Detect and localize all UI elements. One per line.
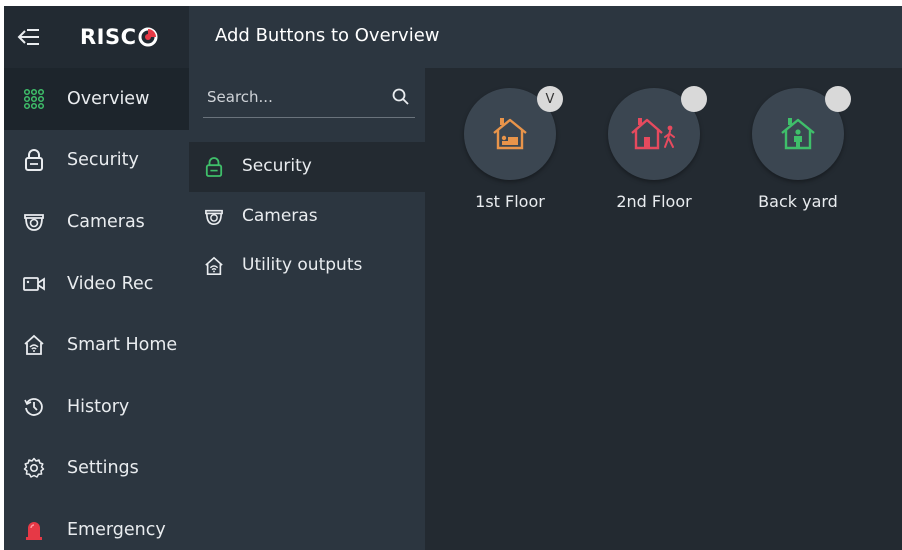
sidebar-item-label: Settings (67, 458, 139, 479)
selection-badge[interactable] (825, 86, 851, 112)
sidebar-item-emergency[interactable]: Emergency (4, 499, 189, 550)
back-arrow-icon[interactable] (16, 25, 42, 49)
sidebar-item-security[interactable]: Security (4, 130, 189, 192)
gear-icon (22, 456, 46, 480)
sidebar-item-cameras[interactable]: Cameras (4, 191, 189, 253)
sidebar-item-label: Security (67, 150, 139, 171)
house-person-icon (781, 118, 815, 150)
history-icon (22, 395, 46, 419)
siren-icon (22, 518, 46, 542)
logo-mark-icon (138, 27, 158, 47)
sidebar-item-label: Emergency (67, 519, 166, 540)
page-title: Add Buttons to Overview (215, 25, 440, 46)
smart-home-icon (203, 255, 225, 277)
sidebar-item-history[interactable]: History (4, 376, 189, 438)
padlock-icon (22, 148, 46, 172)
sidebar-item-label: Video Rec (67, 273, 154, 294)
sidebar-item-label: Smart Home (67, 335, 178, 356)
video-recorder-icon (22, 272, 46, 296)
camera-icon (203, 206, 225, 228)
category-utility-outputs[interactable]: Utility outputs (189, 241, 425, 291)
category-label: Security (242, 156, 312, 176)
tile-1st-floor[interactable]: V 1st Floor (447, 86, 563, 228)
category-cameras[interactable]: Cameras (189, 192, 425, 242)
house-sleep-icon (493, 118, 527, 150)
tile-back-yard[interactable]: Back yard (735, 86, 851, 228)
search-icon[interactable] (391, 87, 411, 107)
category-security[interactable]: Security (189, 142, 425, 192)
grid-dots-icon (22, 87, 46, 111)
tile-label: 2nd Floor (616, 192, 692, 211)
tile-label: Back yard (758, 192, 838, 211)
brand-bar: RISC (4, 6, 189, 68)
sidebar-item-label: Cameras (67, 211, 145, 232)
logo-text: RISC (80, 25, 137, 49)
sidebar-item-smart-home[interactable]: Smart Home (4, 314, 189, 376)
category-panel: Security Cameras (189, 68, 425, 550)
sidebar-item-settings[interactable]: Settings (4, 438, 189, 500)
selection-badge[interactable]: V (537, 86, 563, 112)
tile-2nd-floor[interactable]: 2nd Floor (591, 86, 707, 228)
category-label: Cameras (242, 206, 318, 226)
sidebar-item-label: Overview (67, 88, 150, 109)
sidebar-item-overview[interactable]: Overview (4, 68, 189, 130)
tiles-area: V 1st Floor 2nd Floor Back yard (425, 68, 902, 550)
sidebar-nav: Overview Security Cameras Video Rec Smar… (4, 68, 189, 550)
search-box (203, 80, 415, 118)
header-bar: Add Buttons to Overview (189, 6, 902, 68)
sidebar: RISC Overview Security Cameras Video Rec… (4, 6, 189, 550)
camera-icon (22, 210, 46, 234)
smart-home-icon (22, 333, 46, 357)
sidebar-item-label: History (67, 396, 130, 417)
category-label: Utility outputs (242, 255, 363, 275)
app-window: RISC Overview Security Cameras Video Rec… (4, 6, 902, 550)
padlock-icon (203, 156, 225, 178)
tile-label: 1st Floor (475, 192, 545, 211)
selection-badge[interactable] (681, 86, 707, 112)
house-walk-icon (631, 118, 675, 150)
risco-logo: RISC (80, 23, 158, 51)
search-input[interactable] (207, 84, 382, 110)
sidebar-item-video-rec[interactable]: Video Rec (4, 253, 189, 315)
